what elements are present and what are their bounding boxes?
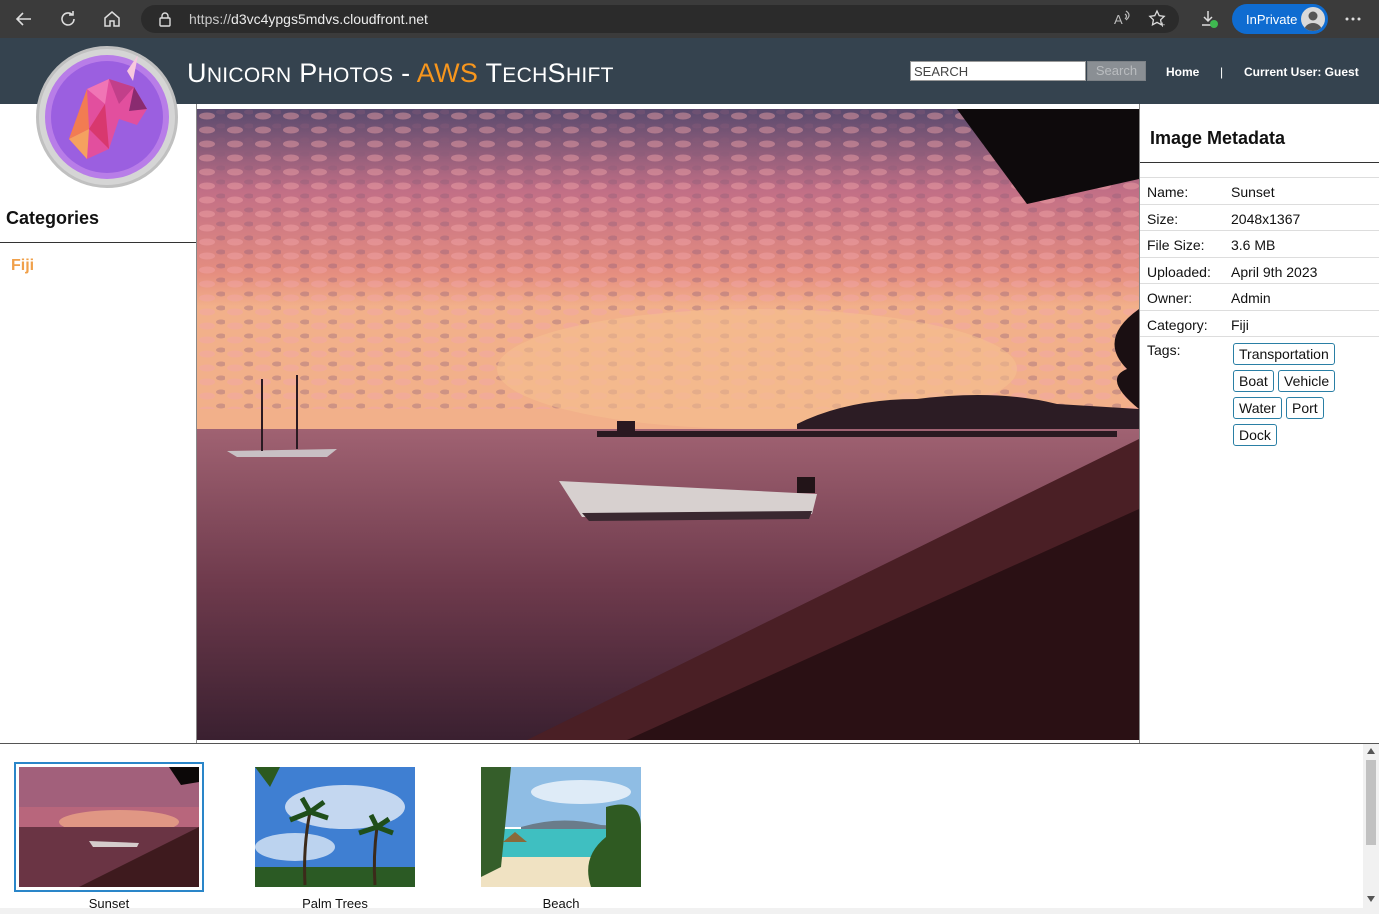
tag-water[interactable]: Water — [1233, 397, 1282, 419]
inprivate-button[interactable]: InPrivate — [1232, 4, 1328, 34]
unicorn-logo[interactable] — [36, 46, 178, 188]
thumbnail-palm-trees[interactable] — [255, 767, 415, 887]
url-scheme: https:// — [189, 11, 232, 27]
title-aws: AWS — [416, 58, 479, 88]
title-part: HIFT — [565, 64, 614, 87]
metadata-row-tags: Tags: Transportation Boat Vehicle Water … — [1140, 336, 1379, 456]
svg-text:A: A — [1114, 12, 1123, 27]
title-part: - — [393, 58, 417, 88]
refresh-icon[interactable] — [57, 8, 79, 30]
title-part: U — [187, 58, 207, 88]
home-icon[interactable] — [101, 8, 123, 30]
metadata-row-owner: Owner: Admin — [1140, 283, 1379, 310]
scroll-up-arrow-icon[interactable] — [1367, 748, 1375, 754]
categories-divider — [0, 242, 196, 243]
metadata-value: Sunset — [1231, 184, 1275, 200]
metadata-row-category: Category: Fiji — [1140, 309, 1379, 337]
more-options-icon[interactable] — [1342, 8, 1364, 30]
title-part: NICORN — [206, 64, 292, 87]
thumbnail-strip-divider — [0, 743, 1379, 744]
metadata-key: File Size: — [1147, 237, 1205, 253]
metadata-row-size: Size: 2048x1367 — [1140, 203, 1379, 231]
metadata-key: Name: — [1147, 184, 1189, 200]
metadata-key: Category: — [1147, 316, 1208, 333]
browser-toolbar: https://d3vc4ypgs5mdvs.cloudfront.net A … — [0, 0, 1379, 38]
tag-port[interactable]: Port — [1286, 397, 1324, 419]
download-icon[interactable] — [1198, 8, 1220, 30]
current-user-label[interactable]: Current User: Guest — [1244, 65, 1359, 79]
scrollbar-thumb[interactable] — [1366, 760, 1376, 845]
nav-separator: | — [1220, 65, 1224, 79]
title-part: HOTOS — [317, 64, 394, 87]
category-link-fiji[interactable]: Fiji — [11, 257, 34, 275]
site-title: UNICORN PHOTOS - AWS TECHSHIFT — [187, 58, 614, 89]
title-part: ECH — [502, 64, 548, 87]
metadata-value: April 9th 2023 — [1231, 263, 1318, 280]
profile-avatar-icon — [1301, 7, 1325, 31]
tag-transportation[interactable]: Transportation — [1233, 343, 1335, 365]
title-part: T — [478, 58, 503, 88]
thumbnail-scrollbar[interactable] — [1363, 744, 1379, 914]
title-part: S — [547, 58, 566, 88]
metadata-value: Admin — [1231, 290, 1271, 306]
metadata-key: Size: — [1147, 210, 1179, 227]
metadata-row-file-size: File Size: 3.6 MB — [1140, 230, 1379, 257]
lock-icon[interactable] — [158, 11, 172, 32]
metadata-value: 2048x1367 — [1231, 210, 1301, 227]
metadata-value: 3.6 MB — [1231, 237, 1276, 253]
tag-dock[interactable]: Dock — [1233, 424, 1277, 446]
tag-vehicle[interactable]: Vehicle — [1278, 370, 1336, 392]
metadata-divider — [1140, 162, 1379, 163]
search-input[interactable] — [910, 61, 1086, 81]
read-aloud-icon[interactable]: A — [1111, 8, 1133, 30]
metadata-row-name: Name: Sunset — [1140, 177, 1379, 204]
metadata-key: Uploaded: — [1147, 263, 1211, 280]
thumbnail-beach[interactable] — [481, 767, 641, 887]
main-photo-sunset[interactable] — [197, 109, 1139, 740]
favorites-star-icon[interactable]: + — [1147, 8, 1169, 30]
metadata-table: Name: Sunset Size: 2048x1367 File Size: … — [1140, 177, 1379, 456]
url-host: d3vc4ypgs5mdvs.cloudfront.net — [231, 11, 428, 27]
categories-heading: Categories — [6, 208, 100, 228]
inprivate-label: InPrivate — [1246, 12, 1298, 27]
thumbnail-sunset[interactable] — [19, 767, 199, 887]
tag-boat[interactable]: Boat — [1233, 370, 1274, 392]
metadata-row-uploaded: Uploaded: April 9th 2023 — [1140, 256, 1379, 284]
title-part: P — [291, 58, 318, 88]
metadata-heading: Image Metadata — [1150, 128, 1286, 148]
search-button[interactable]: Search — [1087, 61, 1146, 81]
metadata-key: Tags: — [1147, 342, 1181, 358]
metadata-value: Fiji — [1231, 316, 1249, 333]
svg-text:+: + — [1160, 20, 1165, 29]
metadata-key: Owner: — [1147, 290, 1193, 306]
horizontal-scrollbar-track[interactable] — [0, 908, 1363, 914]
home-link[interactable]: Home — [1166, 65, 1199, 79]
scroll-down-arrow-icon[interactable] — [1367, 896, 1375, 902]
url-text[interactable]: https://d3vc4ypgs5mdvs.cloudfront.net — [189, 11, 428, 27]
back-arrow-icon[interactable] — [13, 8, 35, 30]
